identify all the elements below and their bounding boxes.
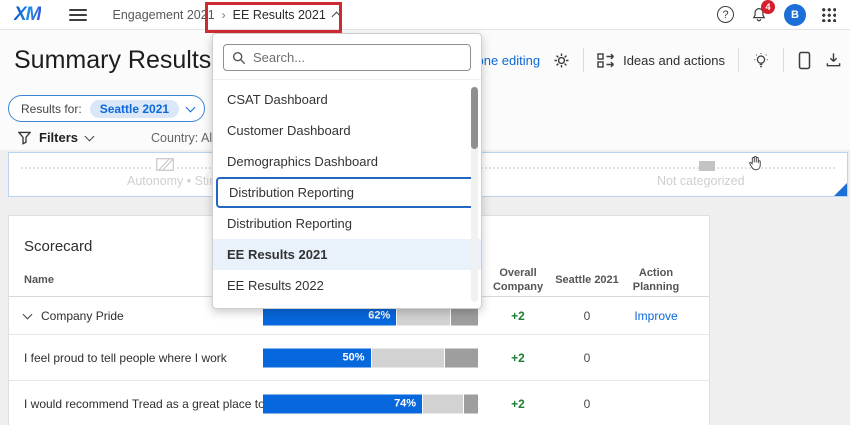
row-name: I would recommend Tread as a great place… (24, 397, 293, 411)
download-icon (825, 51, 842, 69)
top-bar: XM Engagement 2021 › EE Results 2021 ? 4… (0, 0, 850, 30)
widget-resize-corner[interactable] (834, 183, 847, 196)
search-input[interactable] (253, 50, 462, 65)
xm-logo[interactable]: XM (14, 4, 41, 26)
breadcrumb-separator: › (222, 8, 226, 22)
unfavorable-segment (444, 348, 478, 367)
overall-company-value: +2 (478, 397, 558, 411)
insights-button[interactable] (752, 51, 770, 70)
row-name: I feel proud to tell people where I work (24, 351, 227, 365)
breadcrumb-project[interactable]: Engagement 2021 (113, 8, 215, 22)
improve-link[interactable]: Improve (616, 309, 696, 323)
overall-company-value: +2 (478, 351, 558, 365)
table-row[interactable]: I would recommend Tread as a great place… (9, 381, 709, 425)
dashboard-option[interactable]: CSAT Dashboard (213, 84, 481, 115)
toolbar: Done editing (467, 48, 842, 72)
notification-badge: 4 (761, 0, 775, 14)
chevron-down-icon[interactable] (23, 309, 33, 319)
row-label: I would recommend Tread as a great place… (24, 397, 293, 411)
widget-placeholder-block (699, 161, 715, 171)
dashboard-list: CSAT Dashboard Customer Dashboard Demogr… (213, 80, 481, 301)
search-icon (232, 51, 246, 65)
notifications-button[interactable]: 4 (750, 6, 768, 24)
breadcrumb-current-label: EE Results 2021 (233, 8, 326, 22)
dashboard-app: XM Engagement 2021 › EE Results 2021 ? 4… (0, 0, 850, 425)
row-name: Company Pride (24, 309, 124, 323)
help-icon[interactable]: ? (717, 6, 734, 23)
row-label: Company Pride (41, 309, 124, 323)
filters-row: Filters Country: All (18, 130, 228, 145)
column-header-seattle-2021: Seattle 2021 (547, 273, 627, 287)
seattle-2021-value: 0 (547, 397, 627, 411)
dashboard-option[interactable]: Demographics Dashboard (213, 146, 481, 177)
page-title: Summary Results (14, 46, 211, 75)
toolbar-divider (783, 48, 784, 72)
seattle-2021-value: 0 (547, 309, 627, 323)
breadcrumb-dashboard-selector[interactable]: EE Results 2021 (233, 8, 340, 22)
column-header-overall-company: Overall Company (478, 266, 558, 295)
dropdown-search[interactable] (223, 44, 471, 71)
grab-hand-cursor-icon (747, 154, 764, 172)
dashboard-option[interactable]: Distribution Reporting (213, 208, 481, 239)
image-placeholder-icon (153, 158, 177, 171)
seattle-2021-value: 0 (547, 351, 627, 365)
results-for-selector[interactable]: Results for: Seattle 2021 (8, 95, 205, 122)
table-row[interactable]: I feel proud to tell people where I work… (9, 335, 709, 381)
gear-icon (553, 52, 570, 69)
results-for-label: Results for: (21, 102, 82, 116)
dashboard-option[interactable]: EE Results 2022 (213, 270, 481, 301)
mobile-phone-icon (797, 51, 812, 70)
not-categorized-label: Not categorized (657, 174, 745, 188)
overall-company-value: +2 (478, 309, 558, 323)
toolbar-divider (583, 48, 584, 72)
scorecard-rows: Company Pride 62% +2 0 Improve I feel pr… (9, 297, 709, 425)
dashboard-option[interactable]: Customer Dashboard (213, 115, 481, 146)
chevron-down-icon (85, 131, 95, 141)
column-header-name: Name (24, 273, 54, 287)
neutral-segment (371, 348, 444, 367)
filters-label: Filters (39, 130, 78, 145)
lightbulb-icon (752, 51, 770, 70)
favorable-segment: 50% (263, 348, 371, 367)
neutral-segment (422, 394, 463, 413)
app-grid-icon[interactable] (822, 8, 836, 22)
ideas-and-actions-icon (597, 52, 616, 69)
avatar[interactable]: B (784, 4, 806, 26)
filters-button[interactable]: Filters (18, 130, 93, 145)
results-for-value: Seattle 2021 (90, 100, 179, 118)
favorability-bar: 74% (263, 394, 478, 413)
favorability-bar: 50% (263, 348, 478, 367)
mobile-preview-button[interactable] (797, 51, 812, 70)
export-button[interactable] (825, 51, 842, 69)
column-header-action-planning: Action Planning (616, 266, 696, 295)
dropdown-scrollbar-thumb[interactable] (471, 87, 478, 149)
ideas-and-actions-button[interactable]: Ideas and actions (597, 52, 725, 69)
topbar-actions: ? 4 B (717, 4, 850, 26)
ideas-and-actions-label: Ideas and actions (623, 53, 725, 68)
dashboard-dropdown: CSAT Dashboard Customer Dashboard Demogr… (212, 33, 482, 309)
toolbar-divider (738, 48, 739, 72)
country-filter-label: Country: All (151, 131, 215, 145)
settings-button[interactable] (553, 52, 570, 69)
dashboard-option-selected[interactable]: EE Results 2021 (213, 239, 481, 270)
unfavorable-segment (463, 394, 478, 413)
favorable-segment: 74% (263, 394, 422, 413)
funnel-icon (18, 131, 31, 145)
scorecard-title: Scorecard (24, 238, 92, 255)
row-label: I feel proud to tell people where I work (24, 351, 227, 365)
chevron-down-icon (186, 102, 196, 112)
chevron-up-icon (331, 12, 341, 22)
hamburger-menu-icon[interactable] (69, 9, 87, 21)
dashboard-option-focused[interactable]: Distribution Reporting (216, 177, 478, 208)
